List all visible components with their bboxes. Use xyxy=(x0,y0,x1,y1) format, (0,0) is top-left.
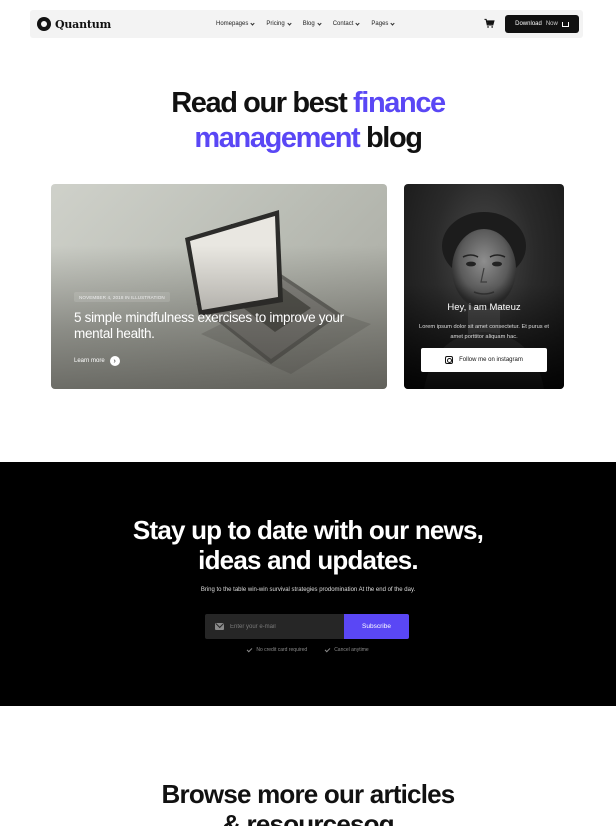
newsletter-title: Stay up to date with our news, ideas and… xyxy=(0,515,616,575)
author-description: Lorem ipsum dolor sit amet consectetur. … xyxy=(419,324,549,340)
note-item: Cancel anytime xyxy=(324,646,369,653)
menu-label: Pricing xyxy=(266,21,285,27)
newsletter-notes: No credit card required Cancel anytime xyxy=(0,646,616,653)
menu-item-blog[interactable]: Blog xyxy=(302,20,322,27)
menu-item-pricing[interactable]: Pricing xyxy=(266,20,292,27)
chevron-down-icon xyxy=(287,20,292,26)
note-label: Cancel anytime xyxy=(334,647,369,653)
newsletter-title-line: Stay up to date with our news, xyxy=(132,515,484,545)
instagram-icon xyxy=(445,356,454,364)
logo-icon xyxy=(37,17,51,31)
newsletter-title-line: ideas and updates. xyxy=(198,545,418,575)
browse-title-line: Browse more our articles xyxy=(161,779,456,809)
title-part: Read our best xyxy=(171,87,354,119)
chevron-down-icon xyxy=(355,20,361,26)
check-icon xyxy=(324,646,331,652)
download-label-suffix: Now xyxy=(545,21,558,27)
follow-instagram-button[interactable]: Follow me on instagram xyxy=(421,348,547,372)
menu-item-contact[interactable]: Contact xyxy=(332,20,361,27)
email-field[interactable] xyxy=(230,623,330,630)
chevron-down-icon xyxy=(317,20,322,26)
note-item: No credit card required xyxy=(246,646,308,653)
learn-more-link[interactable]: Learn more › xyxy=(74,356,120,366)
newsletter-subtitle: Bring to the table win-win survival stra… xyxy=(200,587,416,593)
logo[interactable]: Quantum xyxy=(37,17,111,31)
download-icon xyxy=(561,21,569,27)
check-icon xyxy=(246,646,253,652)
mail-icon xyxy=(215,623,224,630)
email-field-container xyxy=(205,614,344,639)
arrow-right-icon: › xyxy=(109,356,120,366)
post-title[interactable]: 5 simple mindfulness exercises to improv… xyxy=(74,310,344,342)
title-part: blog xyxy=(359,122,423,154)
browse-title-line: & resourcesog xyxy=(222,809,394,826)
menu-label: Homepages xyxy=(216,21,249,27)
post-meta: NOVEMBER 4, 2018 IN ILLUSTRATION xyxy=(74,292,170,302)
title-accent: management xyxy=(194,122,360,154)
top-navbar: Quantum Homepages Pricing Blog Contact P… xyxy=(30,10,583,38)
cart-icon[interactable] xyxy=(484,18,495,29)
logo-text: Quantum xyxy=(55,17,112,31)
menu-label: Blog xyxy=(302,21,315,27)
chevron-down-icon xyxy=(250,20,255,26)
title-accent: finance xyxy=(353,87,446,119)
newsletter-section xyxy=(0,462,616,706)
download-button[interactable]: Download Now xyxy=(505,15,579,33)
author-name: Hey, i am Mateuz xyxy=(447,302,521,313)
note-label: No credit card required xyxy=(256,647,308,653)
subscribe-button[interactable]: Subscribe xyxy=(344,614,409,639)
main-menu: Homepages Pricing Blog Contact Pages xyxy=(216,10,396,38)
follow-instagram-label: Follow me on instagram xyxy=(459,357,523,363)
menu-item-pages[interactable]: Pages xyxy=(371,20,396,27)
menu-label: Contact xyxy=(332,21,354,27)
learn-more-label: Learn more xyxy=(74,358,105,364)
page-title: Read our best finance management blog xyxy=(0,86,616,156)
menu-label: Pages xyxy=(371,21,389,27)
download-label: Download xyxy=(515,21,542,27)
menu-item-homepages[interactable]: Homepages xyxy=(216,20,255,27)
browse-title: Browse more our articles & resourcesog xyxy=(0,779,616,826)
chevron-down-icon xyxy=(390,20,396,26)
